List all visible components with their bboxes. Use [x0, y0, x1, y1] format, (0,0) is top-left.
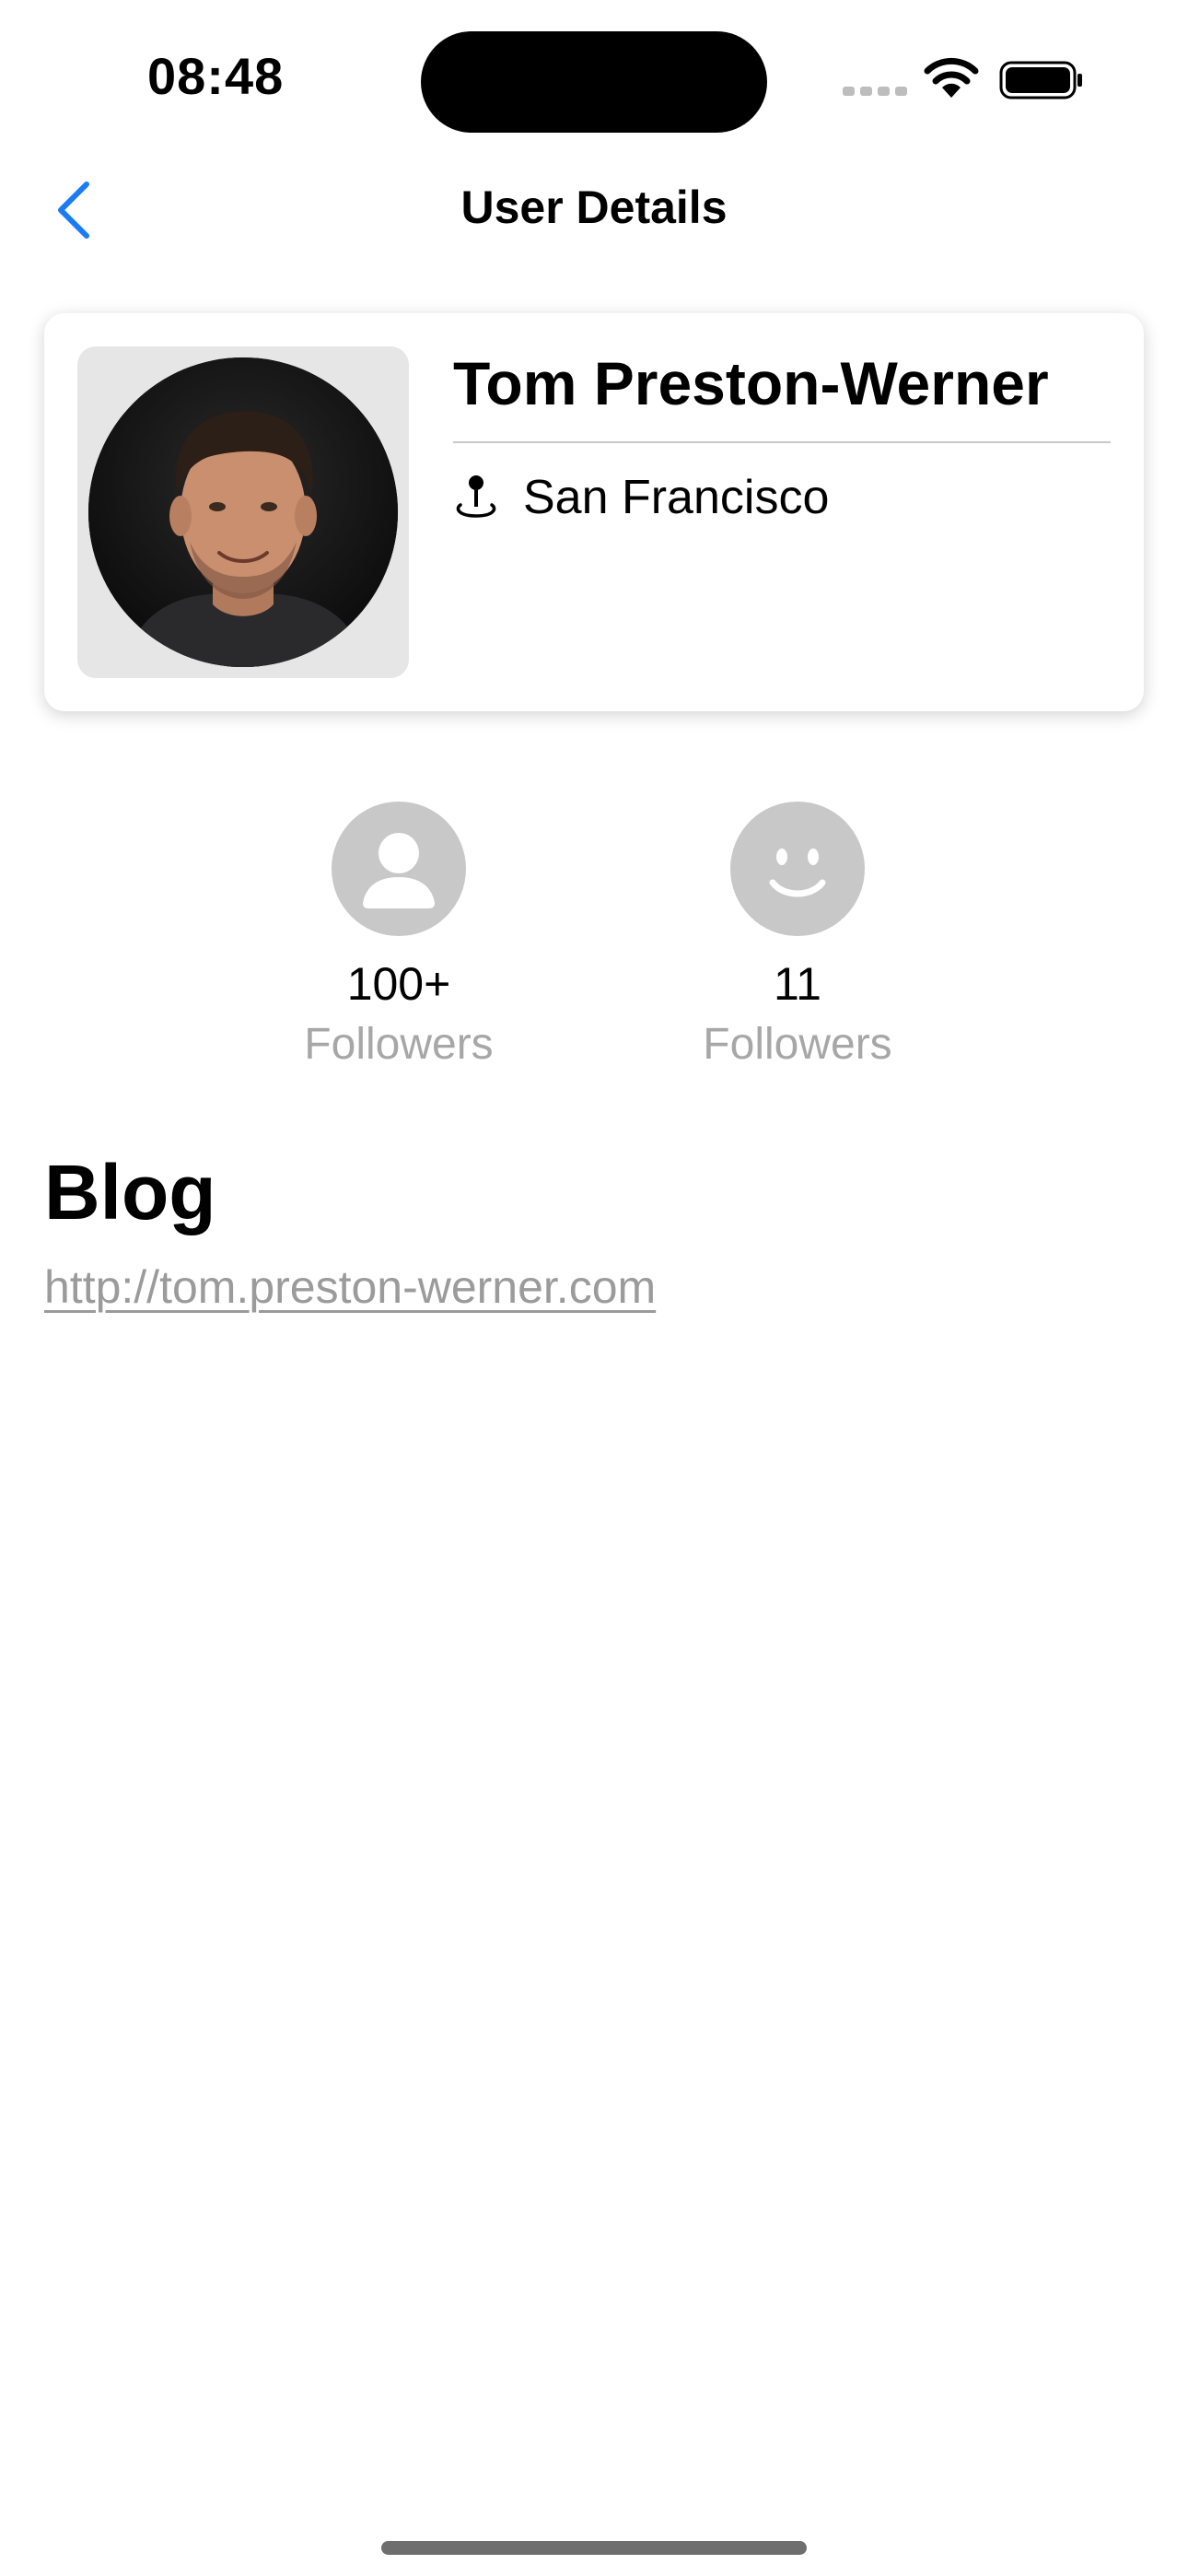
- battery-icon: [999, 61, 1082, 100]
- location-text: San Francisco: [523, 471, 830, 524]
- following-label: Followers: [703, 1020, 892, 1069]
- cellular-signal-icon: [843, 87, 907, 98]
- blog-heading: Blog: [44, 1149, 216, 1235]
- following-count: 11: [774, 958, 821, 1010]
- nav-title: User Details: [460, 181, 728, 233]
- followers-label: Followers: [304, 1020, 494, 1069]
- dynamic-island: [421, 31, 767, 133]
- followers-count: 100+: [346, 958, 451, 1010]
- blog-link[interactable]: http://tom.preston-werner.com: [44, 1260, 656, 1314]
- map-pin-icon: [456, 475, 496, 518]
- avatar-portrait: [88, 357, 398, 667]
- wifi-icon: [924, 57, 979, 98]
- smiley-face-icon: [730, 802, 865, 936]
- avatar: [88, 357, 398, 667]
- followers-stat[interactable]: 100+ Followers: [251, 802, 546, 1072]
- user-details-screen: 08:48 User Details Tom Preston-Werner Sa…: [0, 0, 1188, 2576]
- divider: [453, 441, 1111, 443]
- following-stat[interactable]: 11 Followers: [650, 802, 945, 1072]
- profile-card: Tom Preston-Werner San Francisco: [44, 313, 1144, 711]
- user-name: Tom Preston-Werner: [453, 349, 1049, 417]
- status-time: 08:48: [147, 47, 285, 105]
- avatar-frame: [77, 346, 409, 678]
- location-row: San Francisco: [453, 470, 829, 525]
- home-indicator[interactable]: [381, 2541, 807, 2555]
- person-icon: [332, 802, 466, 936]
